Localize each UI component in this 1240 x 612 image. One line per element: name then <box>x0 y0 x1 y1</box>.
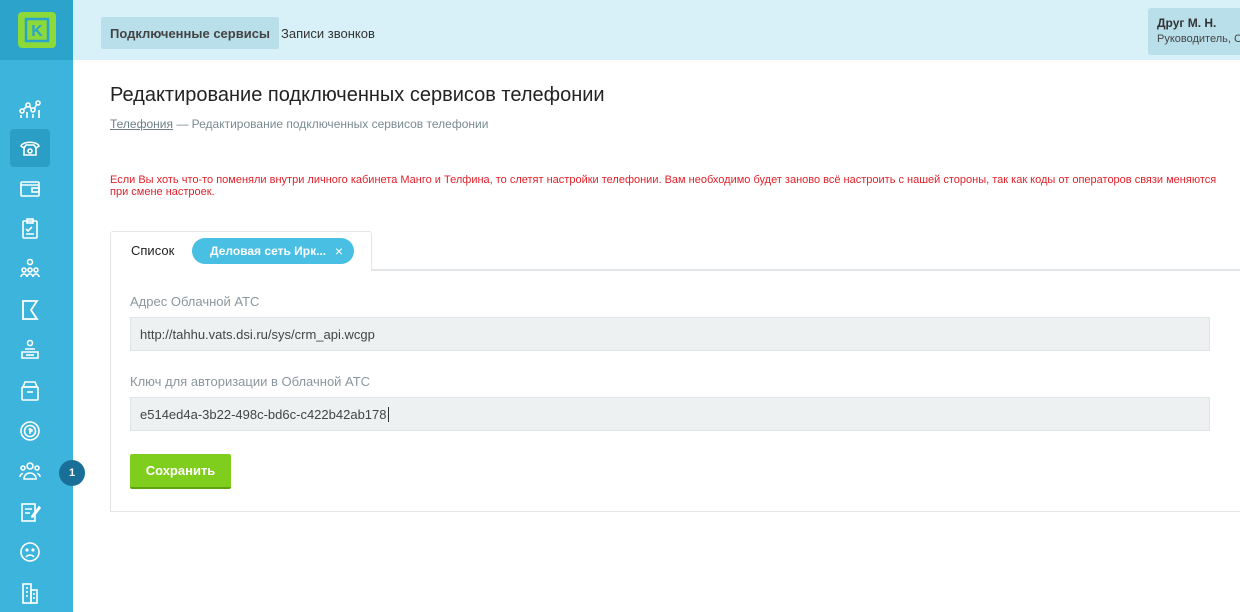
logo[interactable]: K <box>0 0 73 60</box>
tab-strip: Список Деловая сеть Ирк... × <box>110 231 372 271</box>
team-icon[interactable] <box>10 250 50 288</box>
tabs-divider <box>371 269 1240 270</box>
warning-message: Если Вы хоть что-то поменяли внутри личн… <box>110 174 1217 198</box>
svg-text:K: K <box>31 23 43 40</box>
notification-badge: 1 <box>59 460 85 486</box>
text-cursor <box>387 406 389 422</box>
auth-key-value: e514ed4a-3b22-498c-bd6c-c422b42ab178 <box>140 406 387 422</box>
archive-icon[interactable] <box>10 372 50 410</box>
save-button[interactable]: Сохранить <box>130 454 231 489</box>
breadcrumb-link-telephony[interactable]: Телефония <box>110 117 173 131</box>
address-label: Адрес Облачной АТС <box>130 294 260 309</box>
complaints-icon[interactable] <box>10 533 50 571</box>
tab-chip-business-network[interactable]: Деловая сеть Ирк... × <box>192 238 354 264</box>
flag-icon[interactable] <box>10 291 50 329</box>
user-name: Друг М. Н. <box>1157 16 1217 30</box>
close-icon[interactable]: × <box>335 243 343 259</box>
breadcrumb-separator: — <box>172 117 192 131</box>
finance-icon[interactable] <box>10 412 50 450</box>
page-title: Редактирование подключенных сервисов тел… <box>110 84 605 106</box>
tab-call-records[interactable]: Записи звонков <box>272 17 384 49</box>
form-panel <box>110 270 1240 512</box>
tab-connected-services[interactable]: Подключенные сервисы <box>101 17 280 49</box>
auth-key-field[interactable]: e514ed4a-3b22-498c-bd6c-c422b42ab178 <box>130 397 1210 431</box>
tab-list[interactable]: Список <box>131 243 174 258</box>
tab-chip-label: Деловая сеть Ирк... <box>210 244 327 258</box>
user-menu[interactable]: Друг М. Н. Руководитель, С <box>1148 8 1240 55</box>
logo-k-icon: K <box>17 12 56 48</box>
sidebar: K 1 <box>0 0 85 612</box>
edit-icon[interactable] <box>10 493 50 531</box>
analytics-icon[interactable] <box>10 90 50 128</box>
key-label: Ключ для авторизации в Облачной АТС <box>130 374 371 389</box>
tasks-icon[interactable] <box>10 210 50 248</box>
clients-icon[interactable] <box>10 452 50 490</box>
wallet-icon[interactable] <box>10 169 50 207</box>
user-role: Руководитель, С <box>1157 33 1240 45</box>
telephony-icon[interactable] <box>10 129 50 167</box>
reception-icon[interactable] <box>10 331 50 369</box>
breadcrumb-current: Редактирование подключенных сервисов тел… <box>191 117 489 131</box>
breadcrumb: Телефония — Редактирование подключенных … <box>110 117 488 131</box>
buildings-icon[interactable] <box>10 574 50 612</box>
top-bar: Подключенные сервисы Записи звонков Друг… <box>73 0 1240 60</box>
address-field[interactable]: http://tahhu.vats.dsi.ru/sys/crm_api.wcg… <box>130 317 1210 351</box>
